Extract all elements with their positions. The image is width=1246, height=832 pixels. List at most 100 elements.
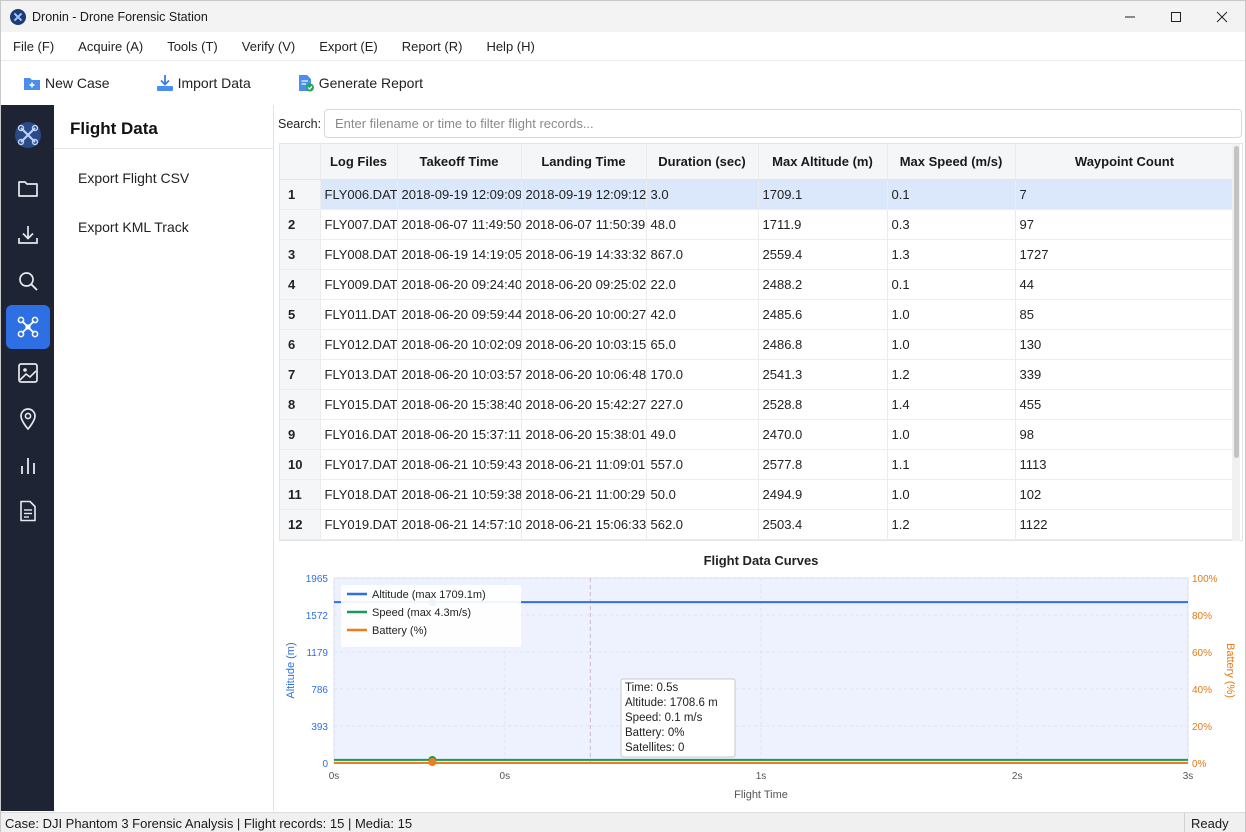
cell-waypoint-count [1015,539,1235,540]
export-flight-csv-item[interactable]: Export Flight CSV [78,170,189,186]
header-max-speed[interactable]: Max Speed (m/s) [887,144,1016,180]
cell-landing-time: 2018-09-19 12:09:12 [521,179,647,210]
cell-max-altitude: 1709.1 [758,179,888,210]
table-row[interactable]: 2 FLY007.DAT 2018-06-07 11:49:50 2018-06-07… [280,209,1235,240]
y-tick-label: 0 [322,759,328,770]
side-panel: Flight Data Export Flight CSV Export KML… [54,105,274,811]
table-row[interactable]: 12 FLY019.DAT 2018-06-21 14:57:10 2018-06-2… [280,509,1235,540]
y2-tick-label: 100% [1192,574,1218,585]
cell-duration: 227.0 [646,389,759,420]
chart-title: Flight Data Curves [704,553,819,568]
cell-duration: 42.0 [646,299,759,330]
cell-row-number: 8 [280,389,321,420]
header-duration[interactable]: Duration (sec) [646,144,759,180]
cell-max-altitude: 2559.4 [758,239,888,270]
cell-waypoint-count: 7 [1015,179,1235,210]
rail-search[interactable] [6,259,50,303]
header-landing-time[interactable]: Landing Time [521,144,647,180]
cell-takeoff-time: 2018-06-20 09:59:44 [397,299,522,330]
table-row[interactable]: 7 FLY013.DAT 2018-06-20 10:03:57 2018-06-20… [280,359,1235,390]
cell-max-altitude [758,539,888,540]
cell-max-altitude: 2470.0 [758,419,888,450]
new-case-icon [24,78,40,90]
menu-help[interactable]: Help (H) [474,39,546,54]
cell-max-speed: 1.0 [887,299,1016,330]
cell-waypoint-count: 98 [1015,419,1235,450]
menu-report[interactable]: Report (R) [390,39,475,54]
table-row[interactable]: 4 FLY009.DAT 2018-06-20 09:24:40 2018-06-20… [280,269,1235,300]
legend-entry: Altitude (max 1709.1m) [372,589,486,601]
cell-row-number: 6 [280,329,321,360]
rail-reports[interactable] [6,489,50,533]
cell-max-speed: 1.2 [887,359,1016,390]
x-tick-label: 0s [500,771,511,782]
cell-max-speed: 0.1 [887,179,1016,210]
table-row[interactable]: 10 FLY017.DAT 2018-06-21 10:59:43 2018-06-2… [280,449,1235,480]
header-waypoint-count[interactable]: Waypoint Count [1015,144,1235,180]
search-input[interactable] [324,109,1242,138]
table-row[interactable]: 1 FLY006.DAT 2018-09-19 12:09:09 2018-09-19… [280,179,1235,210]
table-header-row: Log Files Takeoff Time Landing Time Dura… [280,144,1235,180]
menu-verify[interactable]: Verify (V) [230,39,307,54]
cell-landing-time: 2018-06-21 11:00:29 [521,479,647,510]
cell-waypoint-count: 1122 [1015,509,1235,540]
rail-cases[interactable] [6,167,50,211]
import-data-button[interactable]: Import Data [156,74,251,92]
table-row[interactable]: 6 FLY012.DAT 2018-06-20 10:02:09 2018-06-20… [280,329,1235,360]
rail-logo[interactable] [6,113,50,157]
cell-waypoint-count: 455 [1015,389,1235,420]
export-kml-track-item[interactable]: Export KML Track [78,219,189,235]
table-scrollbar-thumb[interactable] [1234,146,1239,458]
cell-max-altitude: 2577.8 [758,449,888,480]
cell-takeoff-time: 2018-06-20 15:37:11 [397,419,522,450]
cell-landing-time: 2018-06-19 14:33:32 [521,239,647,270]
table-row[interactable]: 3 FLY008.DAT 2018-06-19 14:19:05 2018-06-19… [280,239,1235,270]
cell-duration: 867.0 [646,239,759,270]
cell-max-speed: 1.2 [887,509,1016,540]
cell-log-file: FLY015.DAT [320,389,398,420]
menu-acquire[interactable]: Acquire (A) [66,39,155,54]
search-icon [19,272,38,291]
cell-log-file [320,539,398,540]
new-case-button[interactable]: New Case [23,75,110,91]
table-row[interactable]: 8 FLY015.DAT 2018-06-20 15:38:40 2018-06-20… [280,389,1235,420]
cell-takeoff-time: 2018-06-21 10:59:38 [397,479,522,510]
image-icon [18,363,38,383]
cell-row-number: 2 [280,209,321,240]
y-axis-label: Altitude (m) [285,642,297,698]
rail-media[interactable] [6,351,50,395]
rail-statistics[interactable] [6,443,50,487]
table-row[interactable]: 13 [280,539,1235,540]
drone-icon [17,316,39,338]
close-button[interactable] [1199,1,1245,32]
window-title: Dronin - Drone Forensic Station [32,9,208,24]
flight-chart[interactable]: Flight Data Curves 0 393 786 1179 1572 1965 0% 2… [279,543,1243,811]
header-log-files[interactable]: Log Files [320,144,398,180]
cell-duration: 50.0 [646,479,759,510]
x-tick-label: 0s [329,771,340,782]
cell-max-speed [887,539,1016,540]
menu-file[interactable]: File (F) [1,39,66,54]
cell-row-number: 7 [280,359,321,390]
generate-report-button[interactable]: Generate Report [297,74,423,92]
cell-duration: 557.0 [646,449,759,480]
cell-landing-time: 2018-06-20 15:38:01 [521,419,647,450]
maximize-button[interactable] [1153,1,1199,32]
rail-map[interactable] [6,397,50,441]
minimize-button[interactable] [1107,1,1153,32]
app-logo-icon [10,8,26,25]
header-max-altitude[interactable]: Max Altitude (m) [758,144,888,180]
cell-log-file: FLY007.DAT [320,209,398,240]
cell-landing-time: 2018-06-20 15:42:27 [521,389,647,420]
cell-takeoff-time: 2018-06-07 11:49:50 [397,209,522,240]
cell-row-number: 10 [280,449,321,480]
y2-tick-label: 0% [1192,759,1207,770]
menu-export[interactable]: Export (E) [307,39,390,54]
table-row[interactable]: 9 FLY016.DAT 2018-06-20 15:37:11 2018-06-20… [280,419,1235,450]
header-takeoff-time[interactable]: Takeoff Time [397,144,522,180]
rail-flight-data[interactable] [6,305,50,349]
table-row[interactable]: 11 FLY018.DAT 2018-06-21 10:59:38 2018-06-2… [280,479,1235,510]
rail-acquire[interactable] [6,213,50,257]
menu-tools[interactable]: Tools (T) [155,39,230,54]
table-row[interactable]: 5 FLY011.DAT 2018-06-20 09:59:44 2018-06-20… [280,299,1235,330]
